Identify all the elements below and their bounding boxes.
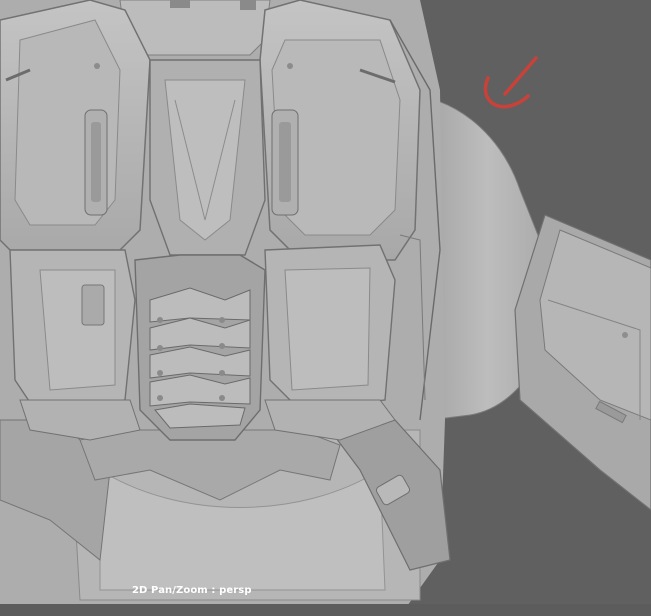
3d-viewport[interactable]: 2D Pan/Zoom : persp <box>0 0 651 616</box>
hud-camera-label: 2D Pan/Zoom : persp <box>132 585 252 596</box>
red-stroke-arrow-icon <box>483 56 538 109</box>
viewport-bottom-bar <box>0 604 651 616</box>
armor-model-render <box>0 0 651 616</box>
